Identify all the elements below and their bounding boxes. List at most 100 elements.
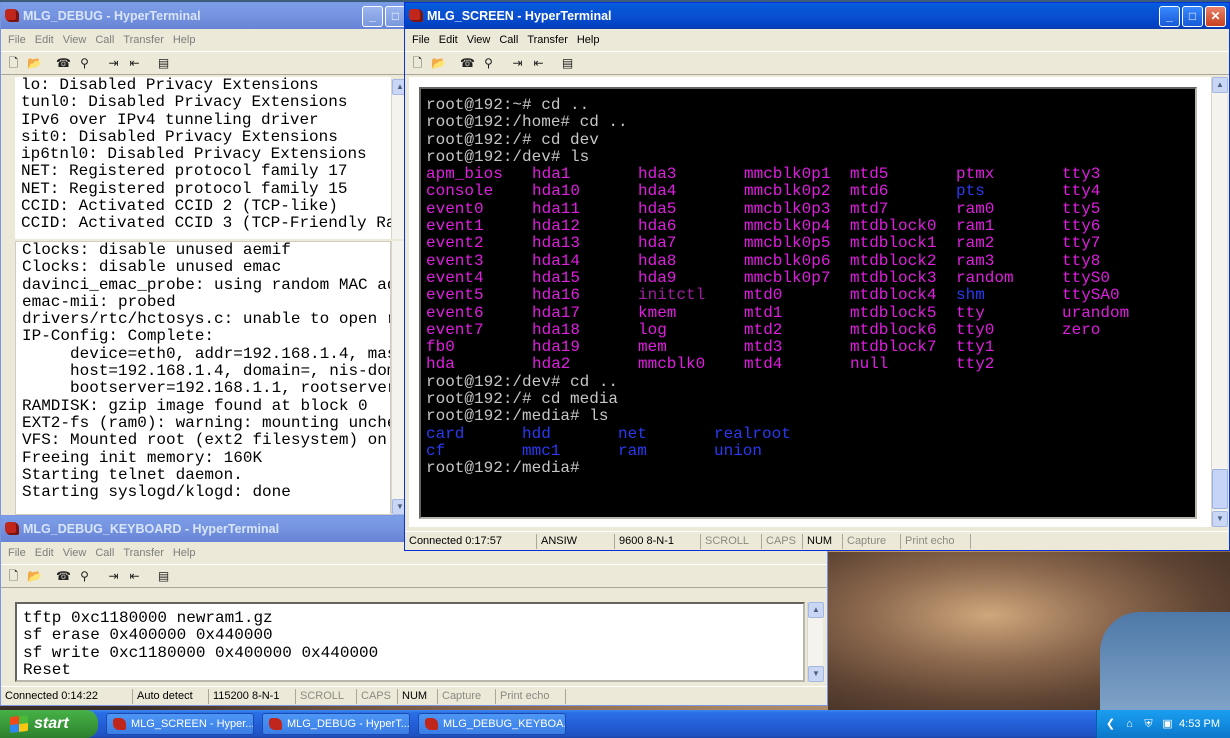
minimize-button[interactable]: _ xyxy=(362,6,383,27)
ls-entry: tty4 xyxy=(1062,182,1101,201)
scroll-down-icon[interactable]: ▼ xyxy=(1212,511,1228,527)
ls-entry: hda19 xyxy=(532,338,581,357)
menu-help[interactable]: Help xyxy=(170,34,202,46)
ls-entry: tty7 xyxy=(1062,234,1101,253)
ls-entry: mtdblock7 xyxy=(850,338,937,357)
menu-view[interactable]: View xyxy=(60,547,93,559)
scroll-thumb[interactable] xyxy=(1212,469,1228,509)
debug-terminal-lower[interactable]: Clocks: disable unused aemif Clocks: disa… xyxy=(15,241,391,515)
debug-window[interactable]: MLG_DEBUG - HyperTerminal _ □ File Edit … xyxy=(0,2,410,518)
ls-entry: event3 xyxy=(426,251,484,270)
status-print-echo: Print echo xyxy=(901,533,971,549)
screen-titlebar[interactable]: MLG_SCREEN - HyperTerminal _ □ ✕ xyxy=(405,3,1229,29)
taskbar-item-keyboard[interactable]: MLG_DEBUG_KEYBOA... xyxy=(418,713,566,735)
ls-entry: zero xyxy=(1062,320,1101,339)
receive-icon[interactable]: ⇤ xyxy=(126,568,143,584)
ls-entry: event5 xyxy=(426,286,484,305)
clock[interactable]: 4:53 PM xyxy=(1179,718,1220,730)
send-icon[interactable]: ⇥ xyxy=(105,55,122,71)
new-icon[interactable]: 🗋 xyxy=(5,55,22,71)
ls-entry: mtdblock6 xyxy=(850,320,937,339)
menu-transfer[interactable]: Transfer xyxy=(120,34,170,46)
maximize-button[interactable]: □ xyxy=(1182,6,1203,27)
menu-transfer[interactable]: Transfer xyxy=(524,34,574,46)
maximize-button[interactable]: □ xyxy=(385,6,406,27)
ls-entry: hda3 xyxy=(638,165,677,184)
taskbar-item-screen[interactable]: MLG_SCREEN - Hyper... xyxy=(106,713,254,735)
ls-row: event2 hda13 hda7 mmcblk0p5 mtdblock1 ram2 tty… xyxy=(426,234,1195,253)
minimize-button[interactable]: _ xyxy=(1159,6,1180,27)
ls-entry: event4 xyxy=(426,268,484,287)
open-icon[interactable]: 📂 xyxy=(26,568,43,584)
security-shield-icon[interactable]: ⛨ xyxy=(1141,717,1156,732)
disconnect-icon[interactable]: ⚲ xyxy=(480,55,497,71)
menu-edit[interactable]: Edit xyxy=(32,34,60,46)
ls-entry: mtdblock4 xyxy=(850,286,937,305)
disconnect-icon[interactable]: ⚲ xyxy=(76,568,93,584)
keyboard-scrollbar[interactable]: ▲ ▼ xyxy=(807,602,824,682)
menu-view[interactable]: View xyxy=(464,34,497,46)
menu-edit[interactable]: Edit xyxy=(32,547,60,559)
disconnect-icon[interactable]: ⚲ xyxy=(76,55,93,71)
status-capture: Capture xyxy=(438,688,496,704)
phone-icon[interactable]: ☎ xyxy=(55,55,72,71)
menu-file[interactable]: File xyxy=(409,34,436,46)
open-icon[interactable]: 📂 xyxy=(430,55,447,71)
ls-entry: event6 xyxy=(426,303,484,322)
send-icon[interactable]: ⇥ xyxy=(509,55,526,71)
terminal-line: drivers/rtc/hctosys.c: unable to open r xyxy=(22,310,391,329)
debug-toolbar: 🗋 📂 ☎ ⚲ ⇥ ⇤ ▤ xyxy=(1,51,409,75)
tray-expand-icon[interactable]: ❮ xyxy=(1103,717,1118,732)
keyboard-terminal[interactable]: tftp 0xc1180000 newram1.gz sf erase 0x400… xyxy=(15,602,805,682)
close-button[interactable]: ✕ xyxy=(1205,6,1226,27)
menu-call[interactable]: Call xyxy=(92,34,120,46)
keyboard-statusbar: Connected 0:14:22 Auto detect 115200 8-N… xyxy=(1,686,827,705)
prompt-line: root@192:/dev# ls xyxy=(426,147,590,166)
network-icon[interactable]: ⌂ xyxy=(1122,717,1137,732)
debug-titlebar[interactable]: MLG_DEBUG - HyperTerminal _ □ xyxy=(1,3,409,29)
menu-view[interactable]: View xyxy=(60,34,93,46)
monitor-icon[interactable]: ▣ xyxy=(1160,717,1175,732)
menu-file[interactable]: File xyxy=(5,547,32,559)
properties-icon[interactable]: ▤ xyxy=(155,568,172,584)
ls-entry: hda16 xyxy=(532,286,581,305)
menu-call[interactable]: Call xyxy=(92,547,120,559)
ls-entry: mtd7 xyxy=(850,199,889,218)
ls-entry: tty8 xyxy=(1062,251,1101,270)
menu-file[interactable]: File xyxy=(5,34,32,46)
send-icon[interactable]: ⇥ xyxy=(105,568,122,584)
terminal-line: NET: Registered protocol family 17 xyxy=(21,162,348,181)
scroll-down-icon[interactable]: ▼ xyxy=(808,666,824,682)
scroll-up-icon[interactable]: ▲ xyxy=(1212,77,1228,93)
scroll-up-icon[interactable]: ▲ xyxy=(808,602,824,618)
screen-terminal[interactable]: root@192:~# cd .. root@192:/home# cd .. ro… xyxy=(419,87,1197,519)
terminal-line: host=192.168.1.4, domain=, nis-dom xyxy=(22,362,391,381)
terminal-line: Reset xyxy=(23,660,72,679)
keyboard-toolbar: 🗋 📂 ☎ ⚲ ⇥ ⇤ ▤ xyxy=(1,564,827,588)
new-icon[interactable]: 🗋 xyxy=(409,55,426,71)
open-icon[interactable]: 📂 xyxy=(26,55,43,71)
menu-edit[interactable]: Edit xyxy=(436,34,464,46)
menu-call[interactable]: Call xyxy=(496,34,524,46)
prompt-line: root@192:/media# xyxy=(426,459,580,478)
menu-help[interactable]: Help xyxy=(170,547,202,559)
start-button[interactable]: start xyxy=(0,710,98,738)
hyperterminal-icon xyxy=(113,718,126,730)
phone-icon[interactable]: ☎ xyxy=(459,55,476,71)
menu-transfer[interactable]: Transfer xyxy=(120,547,170,559)
ls-entry: mmcblk0p5 xyxy=(744,234,831,253)
properties-icon[interactable]: ▤ xyxy=(559,55,576,71)
debug-terminal-upper[interactable]: lo: Disabled Privacy Extensions tunl0: Di… xyxy=(15,77,391,239)
taskbar-item-debug[interactable]: MLG_DEBUG - HyperT... xyxy=(262,713,410,735)
wallpaper xyxy=(828,552,1230,710)
screen-window[interactable]: MLG_SCREEN - HyperTerminal _ □ ✕ File Ed… xyxy=(404,2,1230,551)
properties-icon[interactable]: ▤ xyxy=(155,55,172,71)
screen-scrollbar[interactable]: ▲ ▼ xyxy=(1211,77,1228,527)
terminal-line: tftp 0xc1180000 newram1.gz xyxy=(23,609,273,627)
prompt-line: root@192:/# cd media xyxy=(426,390,619,409)
phone-icon[interactable]: ☎ xyxy=(55,568,72,584)
receive-icon[interactable]: ⇤ xyxy=(530,55,547,71)
receive-icon[interactable]: ⇤ xyxy=(126,55,143,71)
menu-help[interactable]: Help xyxy=(574,34,606,46)
new-icon[interactable]: 🗋 xyxy=(5,568,22,584)
